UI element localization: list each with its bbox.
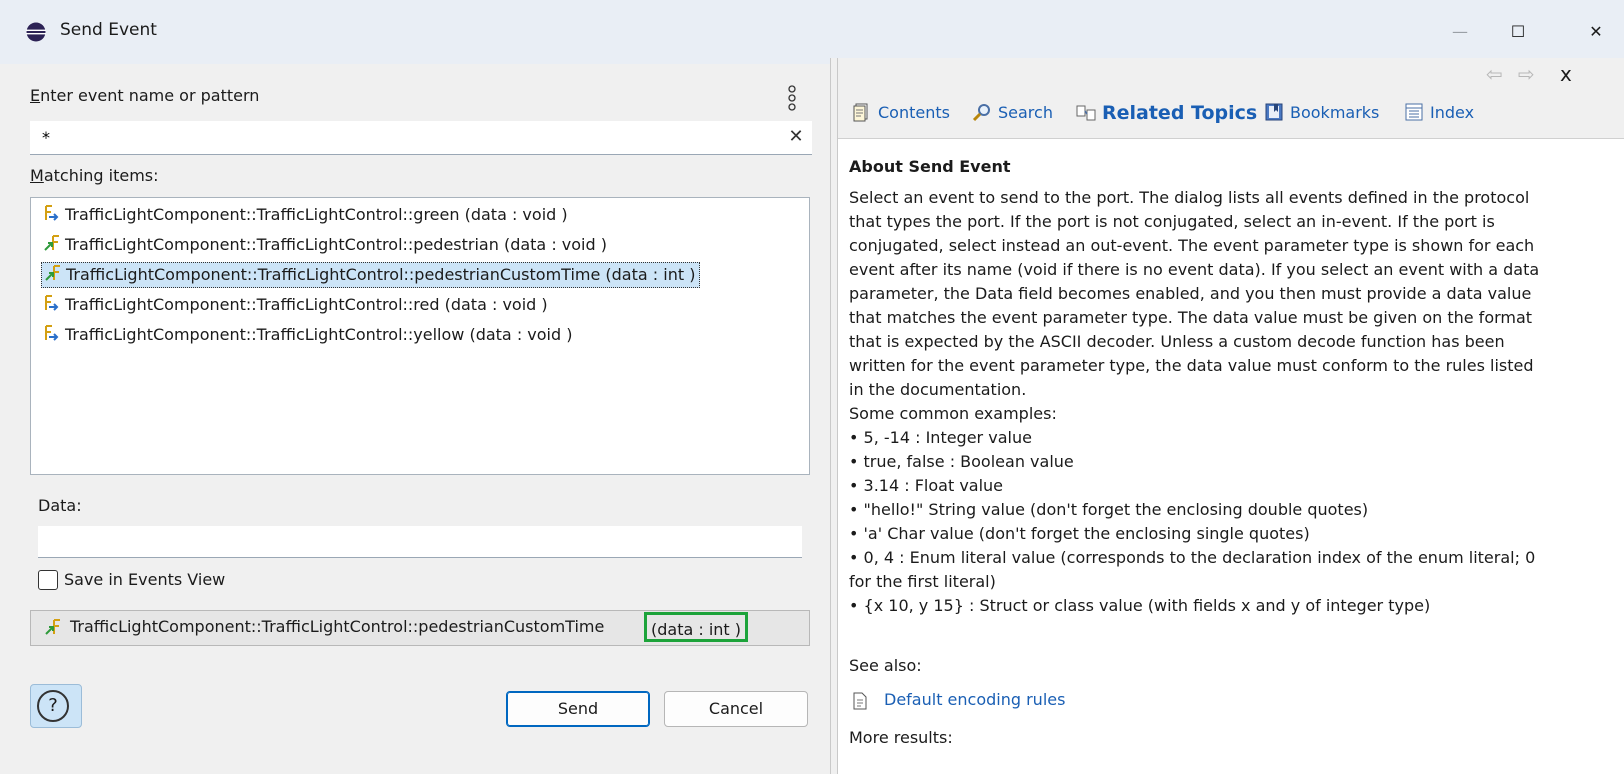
list-item[interactable]: TrafficLightComponent::TrafficLightContr… [41, 322, 576, 348]
in-event-icon [45, 205, 59, 221]
selected-event-name: TrafficLightComponent::TrafficLightContr… [70, 617, 605, 636]
example-item: true, false : Boolean value [849, 450, 1551, 474]
search-icon [972, 104, 990, 122]
view-menu-icon[interactable] [784, 84, 800, 112]
see-also-label: See also: [849, 656, 922, 675]
data-label: Data: [38, 496, 82, 515]
clear-pattern-icon[interactable]: ✕ [786, 126, 806, 150]
bookmarks-icon [1265, 103, 1283, 121]
matching-label-text: atching items: [43, 166, 159, 185]
tab-bookmarks-label: Bookmarks [1290, 103, 1380, 122]
tab-bookmarks[interactable]: Bookmarks [1264, 100, 1379, 126]
back-arrow-icon[interactable]: ⇦ [1486, 62, 1503, 86]
window-title: Send Event [60, 20, 157, 40]
help-heading: About Send Event [849, 157, 1011, 176]
tab-search[interactable]: Search [972, 100, 1053, 126]
forward-arrow-icon[interactable]: ⇨ [1518, 62, 1535, 86]
list-item[interactable]: TrafficLightComponent::TrafficLightContr… [41, 292, 552, 318]
selected-event-type-highlight: (data : int ) [644, 612, 749, 642]
close-help-icon[interactable]: x [1560, 62, 1572, 86]
example-item: "hello!" String value (don't forget the … [849, 498, 1551, 522]
contents-icon [853, 103, 868, 122]
pattern-label: Enter event name or pattern [30, 86, 259, 105]
default-encoding-rules-link[interactable]: Default encoding rules [884, 690, 1065, 709]
out-event-icon [45, 619, 60, 635]
example-item: 3.14 : Float value [849, 474, 1551, 498]
example-item: 5, -14 : Integer value [849, 426, 1551, 450]
pattern-label-text: nter event name or pattern [40, 86, 260, 105]
example-item: 'a' Char value (don't forget the enclosi… [849, 522, 1551, 546]
list-item-label: TrafficLightComponent::TrafficLightContr… [65, 235, 607, 254]
list-item-label: TrafficLightComponent::TrafficLightContr… [65, 295, 548, 314]
help-question-icon[interactable]: ? [37, 690, 69, 722]
examples-list: 5, -14 : Integer value true, false : Boo… [849, 426, 1551, 618]
list-item-label: TrafficLightComponent::TrafficLightContr… [65, 325, 573, 344]
index-icon [1405, 103, 1423, 121]
tab-related-label: Related Topics [1102, 102, 1258, 124]
related-topics-icon [1076, 105, 1096, 121]
list-item-label: TrafficLightComponent::TrafficLightContr… [66, 265, 696, 284]
in-event-icon [45, 295, 59, 311]
matching-items-list[interactable]: TrafficLightComponent::TrafficLightContr… [30, 197, 810, 475]
list-item[interactable]: TrafficLightComponent::TrafficLightContr… [41, 202, 572, 228]
tab-contents[interactable]: Contents [852, 100, 950, 126]
help-body: Select an event to send to the port. The… [849, 186, 1551, 618]
matching-items-label: Matching items: [30, 166, 159, 185]
maximize-button[interactable]: ☐ [1498, 14, 1538, 50]
pane-splitter[interactable] [830, 58, 838, 774]
example-item: 0, 4 : Enum literal value (corresponds t… [849, 546, 1551, 594]
tab-contents-label: Contents [878, 103, 950, 122]
tab-index[interactable]: Index [1404, 100, 1474, 126]
list-item-selected[interactable]: TrafficLightComponent::TrafficLightContr… [41, 262, 701, 288]
cancel-button[interactable]: Cancel [664, 691, 808, 727]
examples-intro: Some common examples: [849, 404, 1057, 423]
send-button[interactable]: Send [506, 691, 650, 727]
close-window-button[interactable]: ✕ [1576, 14, 1616, 50]
tab-index-label: Index [1430, 103, 1475, 122]
save-in-events-view-checkbox[interactable] [38, 570, 58, 590]
tab-related-topics[interactable]: Related Topics [1076, 100, 1257, 126]
in-event-icon [45, 325, 59, 341]
pattern-label-mnemonic: E [30, 86, 41, 105]
out-event-icon [44, 235, 59, 251]
document-icon [853, 692, 867, 710]
matching-label-mnemonic: M [30, 166, 44, 185]
more-results-label: More results: [849, 728, 953, 747]
out-event-icon [45, 265, 60, 281]
list-item[interactable]: TrafficLightComponent::TrafficLightContr… [41, 232, 611, 258]
example-item: {x 10, y 15} : Struct or class value (wi… [849, 594, 1551, 618]
event-pattern-input[interactable] [30, 121, 812, 155]
title-bar [0, 0, 1624, 64]
help-paragraph: Select an event to send to the port. The… [849, 188, 1540, 399]
list-item-label: TrafficLightComponent::TrafficLightContr… [65, 205, 568, 224]
eclipse-logo-icon [26, 22, 46, 42]
minimize-button[interactable]: — [1440, 14, 1480, 50]
save-in-events-view-label[interactable]: Save in Events View [64, 570, 225, 589]
tab-search-label: Search [998, 103, 1053, 122]
data-input[interactable] [38, 526, 802, 558]
